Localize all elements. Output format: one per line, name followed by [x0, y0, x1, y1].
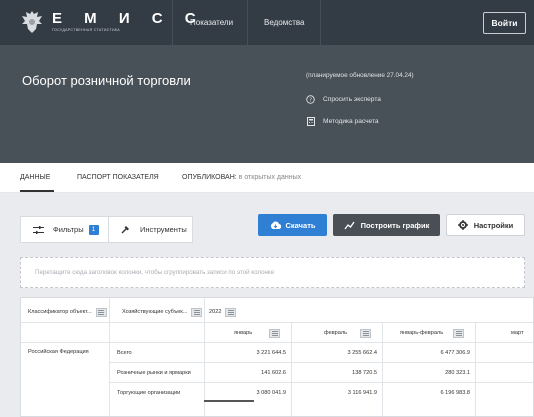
download-label: Скачать — [285, 220, 316, 230]
update-note: (планируемое обновление 27.04.24) — [306, 72, 414, 79]
methodology-label: Методика расчета — [323, 118, 379, 125]
nav-item-indicators[interactable]: Показатели — [190, 0, 233, 45]
emiss-logo[interactable]: Е М И С С ГОСУДАРСТВЕННАЯ СТАТИСТИКА — [20, 9, 205, 35]
filters-count-badge: 1 — [88, 224, 99, 235]
value-cell: 3 116 941.9 — [347, 390, 377, 396]
tools-button[interactable]: Инструменты — [109, 217, 187, 242]
tools-label: Инструменты — [140, 225, 187, 234]
published-value: в открытых данных — [238, 174, 302, 181]
value-cell: 6 477 306.9 — [440, 350, 470, 356]
published-label: ОПУБЛИКОВАН: — [182, 174, 237, 181]
group-drop-zone[interactable]: Перетащите сюда заголовок колонки, чтобы… — [20, 257, 525, 288]
column-header-subjects[interactable]: Хозяйствующие субъек... — [122, 306, 203, 318]
filter-tools-group: Фильтры 1 Инструменты — [20, 216, 193, 243]
horizontal-scrollbar[interactable] — [204, 400, 254, 402]
column-header-march[interactable]: март — [511, 327, 524, 339]
column-filter-icon[interactable] — [453, 329, 464, 338]
ask-expert-label: Спросить эксперта — [323, 96, 381, 103]
sliders-icon — [33, 225, 44, 234]
column-filter-icon[interactable] — [225, 307, 237, 317]
build-chart-label: Построить график — [360, 220, 430, 230]
grid-line — [109, 298, 110, 416]
value-cell: 3 221 644.5 — [256, 350, 286, 356]
tab-published[interactable]: ОПУБЛИКОВАН: в открытых данных — [182, 174, 301, 181]
value-cell: 280 323.1 — [445, 370, 470, 376]
subject-cell: Розничные рынки и ярмарки — [117, 370, 191, 376]
nav-divider — [247, 0, 248, 45]
region-cell: Российская Федерация — [28, 349, 89, 355]
download-button[interactable]: Скачать — [258, 214, 327, 236]
grid-line — [21, 322, 533, 323]
ask-expert-link[interactable]: ? Спросить эксперта — [306, 95, 381, 104]
value-cell: 3 255 662.4 — [347, 350, 377, 356]
login-button[interactable]: Войти — [483, 12, 526, 34]
tab-bar: ДАННЫЕ ПАСПОРТ ПОКАЗАТЕЛЯ ОПУБЛИКОВАН: в… — [0, 163, 534, 193]
wrench-icon — [121, 226, 129, 234]
grid-line — [109, 362, 533, 363]
nav-divider — [172, 0, 173, 45]
calculator-icon — [306, 117, 315, 126]
grid-line — [109, 382, 533, 383]
indicator-header: Оборот розничной торговли (планируемое о… — [0, 45, 534, 163]
column-header-classifier[interactable]: Классификатор объект... — [28, 306, 107, 318]
value-cell: 3 080 041.9 — [256, 390, 286, 396]
build-chart-button[interactable]: Построить график — [333, 214, 440, 236]
value-cell: 141 602.6 — [261, 370, 286, 376]
column-filter-icon[interactable] — [360, 329, 371, 338]
logo-subtitle: ГОСУДАРСТВЕННАЯ СТАТИСТИКА — [52, 28, 120, 32]
subject-cell: Торгующие организации — [117, 390, 181, 396]
grid-line — [475, 322, 476, 416]
column-header-january[interactable]: январь — [234, 327, 252, 339]
settings-label: Настройки — [473, 220, 514, 230]
group-hint: Перетащите сюда заголовок колонки, чтобы… — [35, 269, 275, 276]
subject-cell: Всего — [117, 350, 132, 356]
filters-label: Фильтры — [53, 225, 84, 234]
tab-passport[interactable]: ПАСПОРТ ПОКАЗАТЕЛЯ — [77, 174, 159, 181]
question-icon: ? — [306, 95, 315, 104]
data-grid: Классификатор объект... Хозяйствующие су… — [20, 297, 534, 417]
nav-divider — [320, 0, 321, 45]
coat-of-arms-icon — [22, 11, 42, 33]
logo-title: Е М И С С — [52, 10, 205, 27]
tab-data[interactable]: ДАННЫЕ — [20, 174, 50, 181]
methodology-link[interactable]: Методика расчета — [306, 117, 379, 126]
settings-button[interactable]: Настройки — [446, 214, 525, 236]
column-filter-icon[interactable] — [191, 307, 203, 317]
svg-text:?: ? — [309, 98, 312, 104]
nav-item-agencies[interactable]: Ведомства — [264, 0, 305, 45]
value-cell: 138 720.5 — [352, 370, 377, 376]
column-header-february[interactable]: февраль — [324, 327, 347, 339]
page-title: Оборот розничной торговли — [22, 73, 191, 88]
column-header-year[interactable]: 2022 — [209, 306, 237, 318]
top-navigation-bar: Е М И С С ГОСУДАРСТВЕННАЯ СТАТИСТИКА Пок… — [0, 0, 534, 45]
column-header-jan-feb[interactable]: январь-февраль — [400, 327, 443, 339]
column-filter-icon[interactable] — [269, 329, 280, 338]
grid-line — [21, 342, 533, 343]
filters-button[interactable]: Фильтры 1 — [21, 217, 108, 242]
value-cell: 6 196 983.8 — [440, 390, 470, 396]
column-filter-icon[interactable] — [95, 307, 107, 317]
cloud-download-icon — [270, 221, 281, 229]
gear-icon — [457, 220, 468, 230]
active-tab-indicator — [20, 190, 54, 192]
line-chart-icon — [344, 221, 355, 229]
